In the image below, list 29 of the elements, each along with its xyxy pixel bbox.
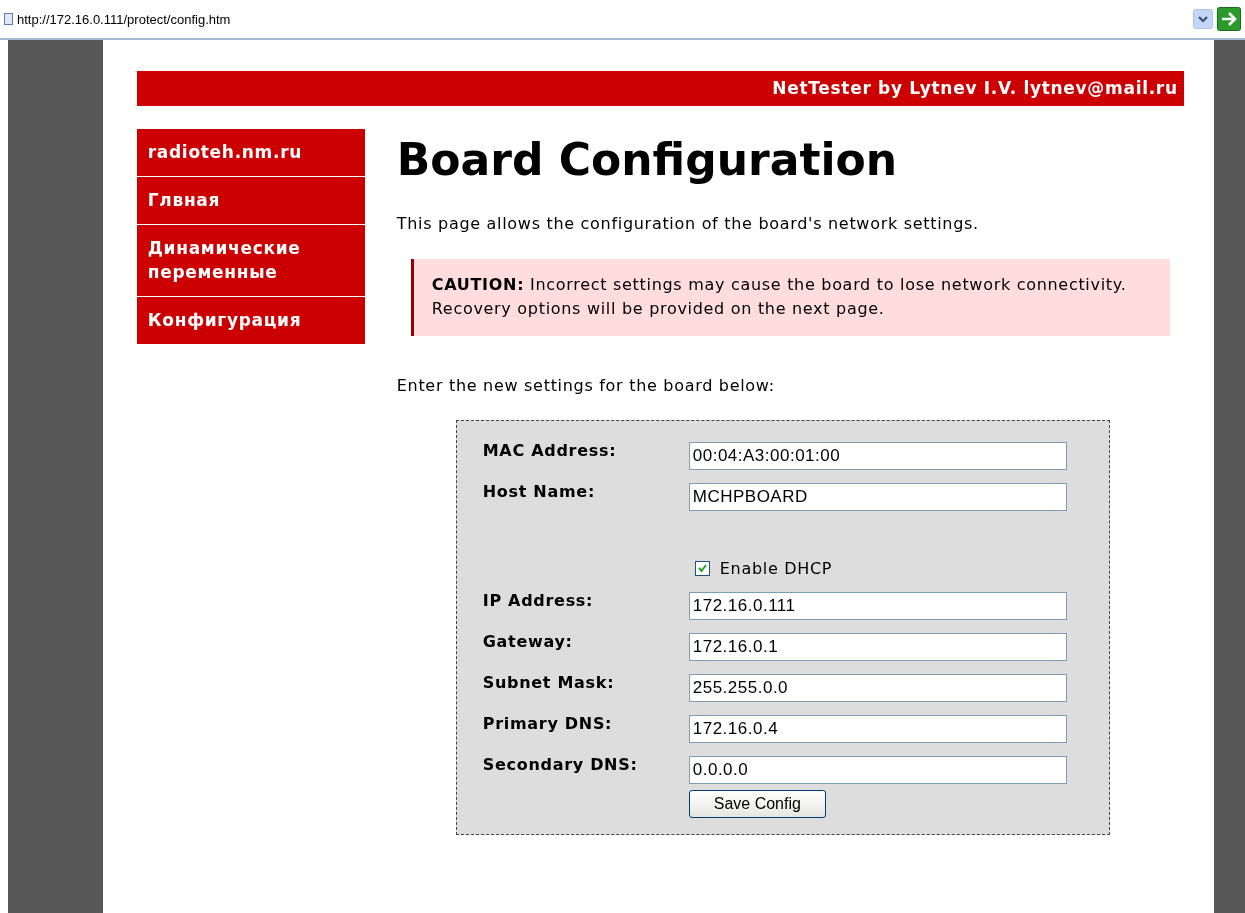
page-icon — [4, 13, 13, 25]
header-banner: NetTester by Lytnev I.V. lytnev@mail.ru — [136, 71, 1184, 106]
nav-item[interactable]: Динамические переменные — [136, 225, 365, 296]
input-field[interactable]: 172.16.0.4 — [688, 714, 1067, 743]
nav-item[interactable]: Конфигурация — [136, 297, 365, 344]
input-field[interactable]: 00:04:A3:00:01:00 — [688, 441, 1067, 470]
dropdown-icon[interactable] — [1193, 9, 1213, 29]
nav-item[interactable]: radioteh.nm.ru — [136, 129, 365, 176]
field-label: Subnet Mask: — [482, 672, 616, 692]
caution-message: CAUTION: Incorrect settings may cause the board to lose network connectivity. Recovery options will be provided on the next page. — [410, 259, 1170, 336]
input-field[interactable]: 0.0.0.0 — [688, 755, 1067, 784]
field-label: Primary DNS: — [482, 713, 614, 733]
nav-item[interactable]: Глвная — [136, 177, 365, 224]
checkbox-label: Enable DHCP — [719, 558, 833, 578]
instruction-text: Enter the new settings for the board below: — [396, 376, 776, 395]
dhcp-checkbox[interactable] — [694, 560, 710, 576]
input-field[interactable]: 172.16.0.1 — [688, 632, 1067, 661]
input-field[interactable]: MCHPBOARD — [688, 482, 1067, 511]
field-label: MAC Address: — [482, 440, 618, 460]
page-title: Board Configuration — [396, 134, 899, 186]
input-field[interactable]: 255.255.0.0 — [688, 673, 1067, 702]
address-bar-url[interactable]: http://172.16.0.111/protect/config.htm — [17, 11, 1193, 27]
field-label: IP Address: — [482, 590, 595, 610]
save-config-button[interactable]: Save Config — [688, 790, 826, 818]
field-label: Secondary DNS: — [482, 754, 639, 774]
intro-text: This page allows the configuration of the board's network settings. — [396, 214, 980, 233]
field-label: Gateway: — [482, 631, 574, 651]
input-field[interactable]: 172.16.0.111 — [688, 591, 1067, 620]
field-label: Host Name: — [482, 481, 596, 501]
